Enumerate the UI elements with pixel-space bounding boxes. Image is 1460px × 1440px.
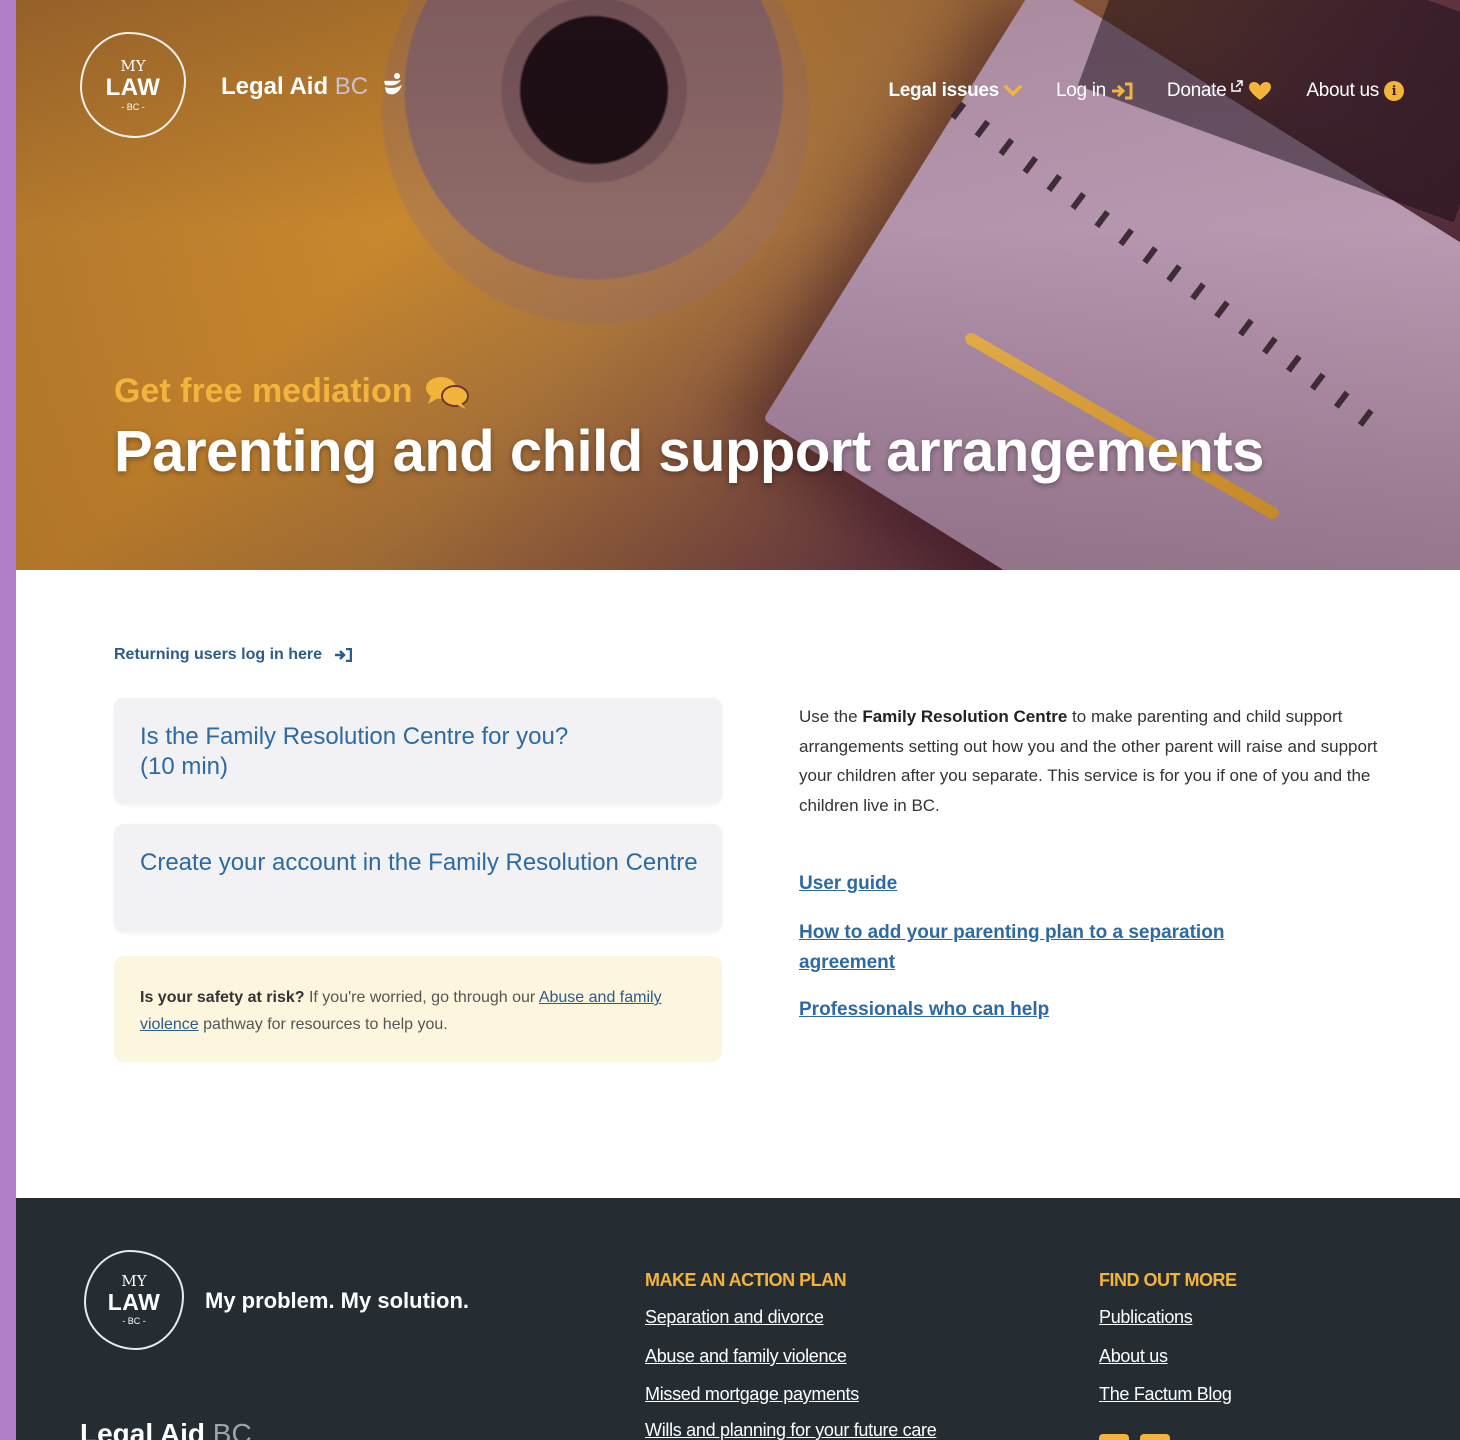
returning-users-login-link[interactable]: Returning users log in here — [114, 646, 353, 664]
page-title: Parenting and child support arrangements — [114, 419, 1264, 484]
footer-logo-law: LAW — [107, 1289, 161, 1315]
footer-col2-heading: FIND OUT MORE — [1099, 1270, 1237, 1290]
nav-about-us-label: About us — [1306, 80, 1379, 101]
heart-icon — [1249, 82, 1272, 100]
nav-donate-label: Donate — [1166, 80, 1227, 101]
mylaw-logo[interactable]: MY LAW - BC - — [80, 32, 186, 138]
footer-tagline: My problem. My solution. — [205, 1288, 470, 1313]
main-nav: Legal issues Log in Donate About us i — [888, 80, 1404, 102]
footer-link-separation[interactable]: Separation and divorce — [645, 1307, 824, 1328]
footer-link-publications[interactable]: Publications — [1099, 1307, 1193, 1328]
footer: MY LAW - BC - My problem. My solution. L… — [16, 1198, 1460, 1440]
footer-legal-aid-suffix: BC — [212, 1418, 252, 1440]
comments-icon — [425, 376, 469, 409]
social-icon[interactable] — [1099, 1434, 1129, 1440]
hero-eyebrow-text: Get free mediation — [114, 372, 413, 410]
frc-description: Use the Family Resolution Centre to make… — [799, 702, 1379, 820]
logo-bc: - BC - — [121, 101, 145, 112]
nav-log-in-label: Log in — [1055, 80, 1106, 101]
footer-legal-aid-name: Legal Aid — [80, 1418, 205, 1440]
hero-eyebrow: Get free mediation — [114, 372, 469, 411]
professionals-link[interactable]: Professionals who can help — [799, 995, 1049, 1025]
desc-prefix: Use the — [799, 707, 858, 726]
parenting-plan-link[interactable]: How to add your parenting plan to a sepa… — [799, 918, 1319, 978]
footer-col1-heading: MAKE AN ACTION PLAN — [645, 1270, 847, 1290]
logo-law: LAW — [105, 73, 161, 101]
footer-link-about[interactable]: About us — [1099, 1346, 1168, 1367]
logo-my: MY — [120, 56, 146, 75]
desc-bold: Family Resolution Centre — [862, 707, 1068, 726]
footer-logo-bc: - BC - — [122, 1316, 146, 1326]
hero-banner: MY LAW - BC - Legal Aid BC Legal issues … — [16, 0, 1460, 570]
footer-link-wills[interactable]: Wills and planning for your future care — [645, 1420, 937, 1440]
sign-in-icon — [335, 648, 353, 662]
footer-link-factum[interactable]: The Factum Blog — [1099, 1384, 1232, 1405]
card-is-frc-for-you[interactable]: Is the Family Resolution Centre for you?… — [114, 698, 722, 804]
footer-link-abuse[interactable]: Abuse and family violence — [645, 1346, 847, 1367]
safety-lead: Is your safety at risk? — [140, 989, 305, 1006]
user-guide-link[interactable]: User guide — [799, 869, 897, 899]
nav-legal-issues[interactable]: Legal issues — [888, 80, 1022, 102]
safety-notice: Is your safety at risk? If you're worrie… — [114, 956, 722, 1062]
social-icon[interactable] — [1140, 1434, 1170, 1440]
returning-users-label: Returning users log in here — [114, 646, 323, 663]
safety-text-after: pathway for resources to help you. — [203, 1016, 448, 1033]
chevron-down-icon — [1004, 85, 1022, 97]
info-icon: i — [1384, 81, 1404, 101]
card-create-account[interactable]: Create your account in the Family Resolu… — [114, 824, 722, 932]
footer-mylaw-logo[interactable]: MY LAW - BC - — [84, 1250, 184, 1350]
footer-logo-my: MY — [121, 1272, 147, 1290]
nav-legal-issues-label: Legal issues — [888, 80, 999, 101]
card-is-frc-for-you-label: Is the Family Resolution Centre for you?… — [140, 723, 569, 780]
safety-text-before: If you're worried, go through our — [308, 989, 536, 1006]
sign-in-icon — [1111, 82, 1133, 100]
external-link-icon — [1231, 80, 1244, 92]
legal-aid-suffix: BC — [334, 73, 369, 100]
page: MY LAW - BC - Legal Aid BC Legal issues … — [16, 0, 1460, 1440]
legal-aid-name: Legal Aid — [221, 73, 329, 100]
legal-aid-swirl-icon — [383, 73, 402, 95]
footer-link-mortgage[interactable]: Missed mortgage payments — [645, 1384, 859, 1405]
card-create-account-label: Create your account in the Family Resolu… — [140, 849, 698, 876]
nav-donate[interactable]: Donate — [1167, 80, 1272, 102]
legal-aid-bc-logo[interactable]: Legal Aid BC — [221, 72, 405, 101]
nav-about-us[interactable]: About us i — [1306, 80, 1404, 102]
nav-log-in[interactable]: Log in — [1056, 80, 1133, 102]
footer-legal-aid-logo[interactable]: Legal Aid BC — [80, 1418, 252, 1440]
